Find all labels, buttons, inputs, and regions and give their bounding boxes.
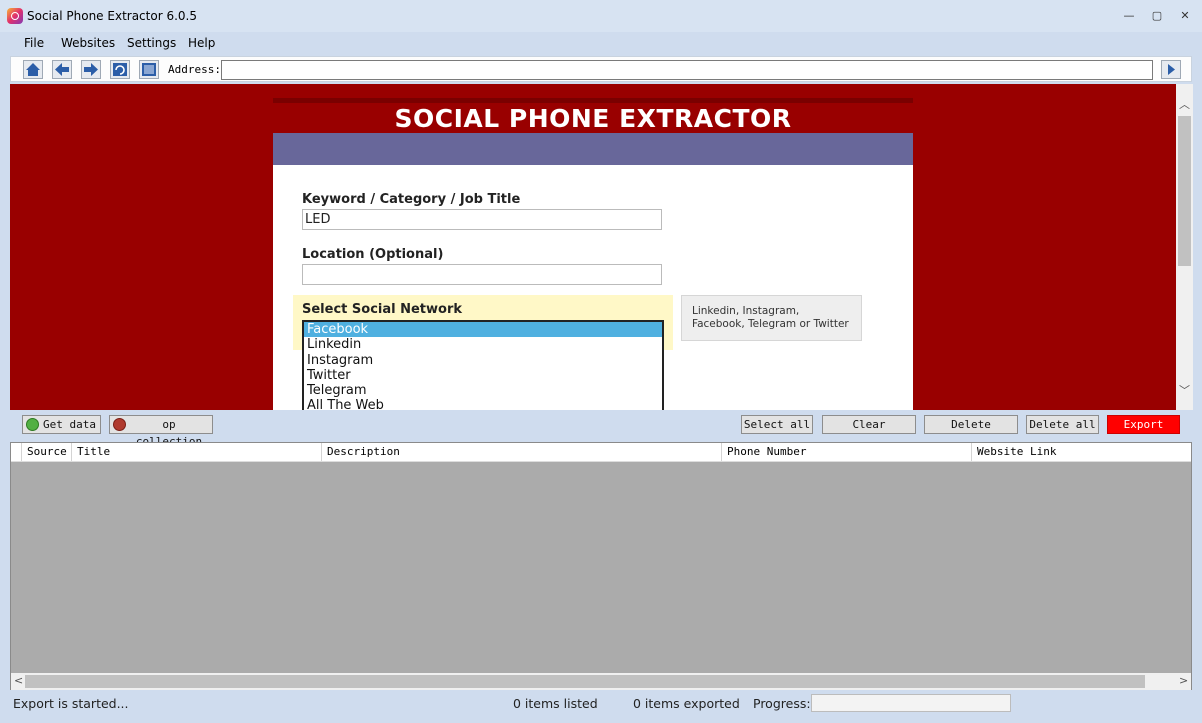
column-website-link[interactable]: Website Link [971,443,1191,461]
location-input[interactable] [302,264,662,285]
table-header: Source Title Description Phone Number We… [11,443,1191,462]
network-label: Select Social Network [302,302,463,317]
network-hint: Linkedin, Instagram, Facebook, Telegram … [681,295,862,341]
progress-label: Progress: [753,696,811,711]
delete-button[interactable]: Delete [924,415,1018,434]
column-phone-number[interactable]: Phone Number [721,443,971,461]
items-listed: 0 items listed [513,696,598,711]
status-message: Export is started... [13,696,129,711]
go-button[interactable] [1161,60,1181,79]
extractor-panel: SOCIAL PHONE EXTRACTOR Keyword / Categor… [273,84,913,410]
panel-top-line [273,98,913,103]
browser-vertical-scrollbar[interactable]: ︿ ﹀ [1176,84,1193,410]
column-description[interactable]: Description [321,443,721,461]
nav-toolbar: Address: [10,56,1192,82]
menu-help[interactable]: Help [188,36,215,50]
stop-circle-icon [113,418,126,431]
stop-icon [142,63,156,76]
network-option-all-web[interactable]: All The Web [304,398,662,410]
play-icon [26,418,39,431]
table-horizontal-scrollbar[interactable]: < > [11,673,1191,690]
results-table[interactable]: Source Title Description Phone Number We… [10,442,1192,690]
get-data-label: Get data [43,418,96,431]
menu-bar: File Websites Settings Help [0,32,1202,54]
form-body: Keyword / Category / Job Title Location … [273,165,913,410]
column-title[interactable]: Title [71,443,321,461]
scroll-thumb[interactable] [1178,116,1191,266]
delete-all-button[interactable]: Delete all [1026,415,1099,434]
scroll-up-icon[interactable]: ︿ [1179,96,1190,112]
restore-button[interactable]: ▢ [1143,6,1171,26]
address-input[interactable] [221,60,1153,80]
forward-button[interactable] [81,60,101,79]
network-listbox[interactable]: Facebook Linkedin Instagram Twitter Tele… [302,320,664,410]
app-icon [7,8,23,24]
scroll-right-icon[interactable]: > [1179,674,1188,687]
scroll-down-icon[interactable]: ﹀ [1179,382,1190,398]
network-option-instagram[interactable]: Instagram [304,353,662,368]
refresh-icon [113,63,127,76]
location-label: Location (Optional) [302,247,444,262]
keyword-input[interactable] [302,209,662,230]
export-button[interactable]: Export [1107,415,1180,434]
clear-button[interactable]: Clear [822,415,916,434]
close-button[interactable]: ✕ [1171,6,1199,26]
stop-collection-button[interactable]: op collection [109,415,213,448]
action-bar: Get data op collection Select all Clear … [10,412,1192,448]
menu-file[interactable]: File [24,36,44,50]
status-bar: Export is started... 0 items listed 0 it… [10,692,1192,716]
keyword-label: Keyword / Category / Job Title [302,192,521,207]
network-option-linkedin[interactable]: Linkedin [304,337,662,352]
column-source[interactable]: Source [21,443,71,461]
minimize-button[interactable]: — [1115,6,1143,26]
browser-view: SOCIAL PHONE EXTRACTOR Keyword / Categor… [10,84,1176,410]
items-exported: 0 items exported [633,696,740,711]
stop-button[interactable] [139,60,159,79]
network-option-telegram[interactable]: Telegram [304,383,662,398]
home-button[interactable] [23,60,43,79]
network-option-twitter[interactable]: Twitter [304,368,662,383]
home-icon [26,63,40,76]
back-button[interactable] [52,60,72,79]
panel-band [273,133,913,165]
network-option-facebook[interactable]: Facebook [304,322,662,338]
menu-websites[interactable]: Websites [61,36,115,50]
go-icon [1168,64,1175,75]
progress-bar [811,694,1011,712]
refresh-button[interactable] [110,60,130,79]
page-title: SOCIAL PHONE EXTRACTOR [394,104,792,133]
get-data-button[interactable]: Get data [22,415,101,434]
forward-icon [84,63,98,76]
back-icon [55,63,69,76]
scroll-left-icon[interactable]: < [14,674,23,687]
hscroll-thumb[interactable] [25,675,1145,688]
window-title: Social Phone Extractor 6.0.5 [27,9,197,23]
title-bar: Social Phone Extractor 6.0.5 — ▢ ✕ [0,0,1202,32]
menu-settings[interactable]: Settings [127,36,176,50]
select-all-button[interactable]: Select all [741,415,813,434]
address-label: Address: [168,63,221,76]
